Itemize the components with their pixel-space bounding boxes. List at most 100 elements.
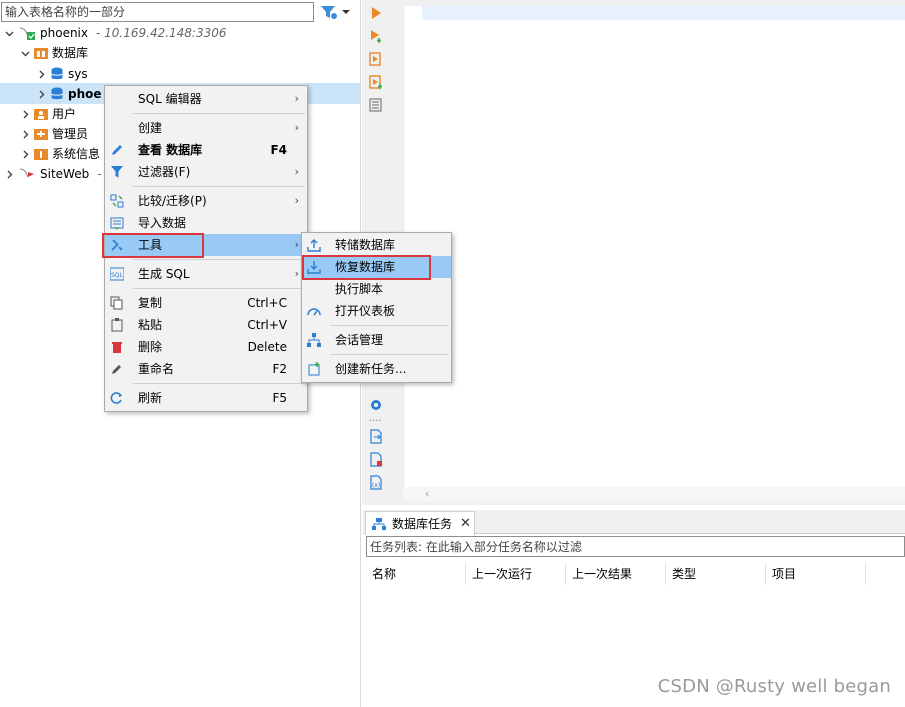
chevron-right-icon	[4, 164, 14, 184]
column-header-name[interactable]: 名称	[366, 563, 466, 585]
menu-item-session-manager[interactable]: 会话管理	[302, 329, 451, 351]
run-icon[interactable]	[369, 6, 383, 20]
menu-item-import-data[interactable]: 导入数据	[105, 212, 307, 234]
tree-db-selected[interactable]: phoe	[36, 84, 102, 104]
database-icon	[50, 87, 64, 101]
column-header-last-run[interactable]: 上一次运行	[466, 563, 566, 585]
submenu-arrow-icon: ›	[294, 121, 299, 134]
menu-separator	[133, 383, 305, 384]
tasks-icon	[372, 517, 386, 530]
export-icon[interactable]	[369, 429, 383, 444]
menu-item-dump-database[interactable]: 转储数据库	[302, 234, 451, 256]
connection-name: phoenix	[40, 26, 88, 40]
session-tree-icon	[307, 333, 321, 347]
task-filter-input[interactable]	[366, 536, 905, 557]
menu-item-create-task[interactable]: 创建新任务...	[302, 358, 451, 380]
settings-icon[interactable]	[369, 398, 383, 412]
column-header-type[interactable]: 类型	[666, 563, 766, 585]
menu-shortcut: Ctrl+V	[247, 318, 287, 332]
folder-label: 用户	[52, 107, 77, 121]
connection-address: - 10.169.42.148:3306	[96, 26, 227, 40]
menu-item-create[interactable]: 创建 ›	[105, 117, 307, 139]
chevron-down-icon	[342, 10, 350, 14]
tree-folder-sysinfo[interactable]: 系统信息	[20, 144, 100, 164]
sql-editor-text-area[interactable]	[403, 6, 905, 487]
more-icon[interactable]: ····	[369, 417, 382, 427]
chevron-down-icon	[4, 23, 14, 43]
run-script-icon[interactable]	[369, 52, 383, 66]
edit-pencil-icon	[112, 145, 122, 155]
mysql-connection-icon	[18, 167, 36, 181]
tree-connection-phoenix[interactable]: phoenix - 10.169.42.148:3306	[4, 23, 227, 43]
chevron-right-icon	[20, 124, 30, 144]
column-header-last-result[interactable]: 上一次结果	[566, 563, 666, 585]
menu-separator	[330, 325, 449, 326]
annotation-box-restore	[302, 255, 431, 280]
info-folder-icon	[34, 147, 48, 161]
tree-folder-users[interactable]: 用户	[20, 104, 76, 124]
menu-item-compare-migrate[interactable]: 比较/迁移(P) ›	[105, 190, 307, 212]
menu-item-view-database[interactable]: 查看 数据库 F4	[105, 139, 307, 161]
horizontal-scrollbar[interactable]: ‹	[403, 487, 905, 501]
tree-connection-siteweb[interactable]: SiteWeb -	[4, 164, 102, 184]
menu-item-delete[interactable]: 删除 Delete	[105, 336, 307, 358]
menu-label: 重命名	[138, 362, 175, 376]
menu-separator	[133, 288, 305, 289]
svg-text:SQL: SQL	[111, 272, 124, 279]
variables-icon[interactable]: (x)	[369, 475, 383, 490]
menu-label: 转储数据库	[335, 238, 396, 252]
menu-label: 打开仪表板	[335, 304, 396, 318]
menu-item-paste[interactable]: 粘贴 Ctrl+V	[105, 314, 307, 336]
menu-label: 复制	[138, 296, 163, 310]
database-icon	[50, 67, 64, 81]
annotation-box-tools	[102, 233, 204, 258]
menu-shortcut: F4	[270, 143, 287, 157]
column-header-project[interactable]: 项目	[766, 563, 866, 585]
db-label: sys	[68, 67, 88, 81]
trash-icon	[112, 342, 122, 353]
menu-shortcut: F5	[272, 391, 287, 405]
menu-label: 创建新任务...	[335, 362, 407, 376]
menu-separator	[133, 113, 305, 114]
explain-plan-icon[interactable]	[369, 98, 383, 112]
svg-text:(x): (x)	[372, 482, 380, 489]
dashboard-icon	[307, 308, 321, 316]
table-filter-input[interactable]	[1, 2, 314, 22]
new-task-icon	[308, 362, 320, 376]
run-new-tab-icon[interactable]	[369, 29, 383, 43]
upload-icon	[307, 239, 321, 252]
tab-database-tasks[interactable]: 数据库任务 ✕	[365, 511, 475, 535]
database-folder-icon	[34, 46, 48, 60]
submenu-arrow-icon: ›	[294, 194, 299, 207]
watermark: CSDN @Rusty well began	[657, 676, 891, 697]
file-error-icon[interactable]	[369, 452, 383, 467]
menu-item-generate-sql[interactable]: SQL 生成 SQL ›	[105, 263, 307, 285]
tree-folder-admins[interactable]: 管理员	[20, 124, 88, 144]
menu-label: 粘贴	[138, 318, 163, 332]
menu-label: 创建	[138, 121, 163, 135]
menu-label: 比较/迁移(P)	[138, 194, 207, 208]
menu-item-sql-editor[interactable]: SQL 编辑器 ›	[105, 88, 307, 110]
filter-icon	[321, 6, 337, 19]
filter-icon	[111, 166, 123, 178]
menu-label: 查看 数据库	[138, 143, 203, 157]
menu-item-rename[interactable]: 重命名 F2	[105, 358, 307, 380]
menu-item-open-dashboard[interactable]: 打开仪表板	[302, 300, 451, 322]
connection-name: SiteWeb	[40, 167, 90, 181]
submenu-arrow-icon: ›	[294, 238, 299, 251]
menu-item-refresh[interactable]: 刷新 F5	[105, 387, 307, 409]
tree-folder-databases[interactable]: 数据库	[20, 43, 88, 63]
run-script-new-icon[interactable]	[369, 75, 383, 89]
users-folder-icon	[34, 107, 48, 121]
menu-label: 生成 SQL	[138, 267, 190, 281]
mysql-connection-icon	[18, 26, 36, 40]
menu-item-execute-script[interactable]: 执行脚本	[302, 278, 451, 300]
tree-db-sys[interactable]: sys	[36, 64, 88, 84]
rename-pencil-icon	[112, 365, 121, 374]
menu-item-copy[interactable]: 复制 Ctrl+C	[105, 292, 307, 314]
menu-shortcut: Ctrl+C	[247, 296, 287, 310]
filter-button[interactable]	[320, 3, 360, 21]
close-icon[interactable]: ✕	[460, 516, 471, 531]
scroll-left-icon[interactable]: ‹	[425, 487, 429, 500]
menu-item-filter[interactable]: 过滤器(F) ›	[105, 161, 307, 183]
